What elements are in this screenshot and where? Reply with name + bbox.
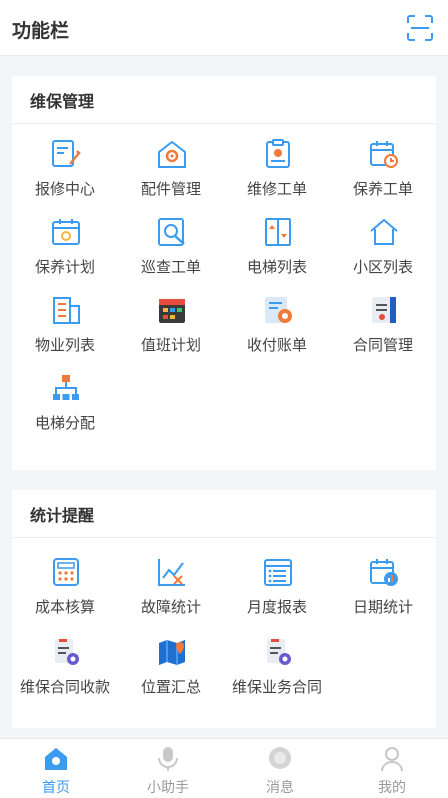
menu-item-label: 维保业务合同 [231,678,322,696]
menu-item-label: 收付账单 [246,336,307,354]
menu-item-community-list[interactable]: 小区列表 [330,204,436,282]
menu-item-property-list[interactable]: 物业列表 [12,282,118,360]
menu-item-label: 维保合同收款 [19,678,110,696]
menu-item-repair-order[interactable]: 维修工单 [224,126,330,204]
menu-item-label: 合同管理 [352,336,413,354]
fault-stats-icon [158,559,185,586]
property-list-icon [53,297,80,324]
business-contract-icon [267,639,291,665]
menu-item-label: 保养计划 [34,258,95,276]
menu-item-contract[interactable]: 合同管理 [330,282,436,360]
menu-item-repair-center[interactable]: 报修中心 [12,126,118,204]
menu-item-maintenance-plan[interactable]: 保养计划 [12,204,118,282]
tab-label: 小助手 [147,780,189,796]
maintenance-section: 维保管理 报修中心 配件管理 维修工单 保养工单 保养计划 巡查工单 电梯列表 [12,76,436,470]
menu-item-label: 配件管理 [140,180,201,198]
repair-order-icon [266,139,290,168]
menu-item-monthly-report[interactable]: 月度报表 [224,544,330,622]
tab-profile[interactable]: 我的 [336,739,448,798]
menu-item-parts[interactable]: 配件管理 [118,126,224,204]
tab-messages[interactable]: 消息 [224,739,336,798]
bill-icon [265,297,292,323]
contract-icon [372,297,396,323]
menu-item-label: 故障统计 [140,598,201,616]
menu-item-elevator-assign[interactable]: 电梯分配 [12,360,118,438]
menu-item-bill[interactable]: 收付账单 [224,282,330,360]
menu-item-cost[interactable]: 成本核算 [12,544,118,622]
duty-plan-icon [159,299,185,323]
elevator-assign-icon [53,375,79,400]
community-list-icon [370,218,398,245]
menu-item-elevator-list[interactable]: 电梯列表 [224,204,330,282]
message-icon [269,747,291,769]
tab-home[interactable]: 首页 [0,739,112,798]
top-bar: 功能栏 [0,0,448,56]
section-title: 维保管理 [12,76,436,124]
menu-item-fault-stats[interactable]: 故障统计 [118,544,224,622]
section-title: 统计提醒 [12,490,436,538]
home-icon [45,748,67,770]
menu-item-label: 巡查工单 [140,258,201,276]
menu-item-label: 位置汇总 [140,678,201,696]
inspection-icon [158,218,185,246]
tab-label: 我的 [378,780,406,796]
menu-item-location-summary[interactable]: 位置汇总 [118,624,224,702]
menu-item-label: 日期统计 [352,598,413,616]
location-summary-icon [159,640,185,665]
cost-icon [53,558,79,586]
contract-payment-icon [55,639,79,665]
menu-item-duty-plan[interactable]: 值班计划 [118,282,224,360]
parts-icon [158,140,186,168]
bottom-tab-bar: 首页 小助手 消息 我的 [0,738,448,798]
elevator-list-icon [265,218,291,246]
menu-item-label: 保养工单 [352,180,413,198]
date-stats-icon [370,559,398,586]
scan-icon[interactable] [406,14,434,42]
tab-label: 消息 [266,780,294,796]
assistant-icon [158,747,178,771]
menu-item-label: 报修中心 [34,180,95,198]
tab-assistant[interactable]: 小助手 [112,739,224,798]
menu-item-label: 月度报表 [246,598,307,616]
menu-item-maintenance-order[interactable]: 保养工单 [330,126,436,204]
menu-item-label: 电梯分配 [34,414,95,432]
menu-item-label: 电梯列表 [246,258,307,276]
maintenance-plan-icon [52,219,80,245]
menu-item-label: 物业列表 [34,336,95,354]
page-title: 功能栏 [12,20,70,42]
menu-item-business-contract[interactable]: 维保业务合同 [224,624,330,702]
repair-request-icon [52,140,81,167]
maintenance-order-icon [370,141,398,168]
statistics-section: 统计提醒 成本核算 故障统计 月度报表 日期统计 维保合同收款 位置汇总 维保业 [12,490,436,728]
menu-item-inspection[interactable]: 巡查工单 [118,204,224,282]
menu-item-date-stats[interactable]: 日期统计 [330,544,436,622]
menu-item-label: 值班计划 [140,336,201,354]
menu-item-contract-payment[interactable]: 维保合同收款 [12,624,118,702]
menu-item-label: 成本核算 [34,598,95,616]
menu-item-label: 小区列表 [352,258,413,276]
monthly-report-icon [264,559,292,586]
menu-item-label: 维修工单 [246,180,307,198]
tab-label: 首页 [42,780,70,796]
profile-icon [381,747,403,772]
